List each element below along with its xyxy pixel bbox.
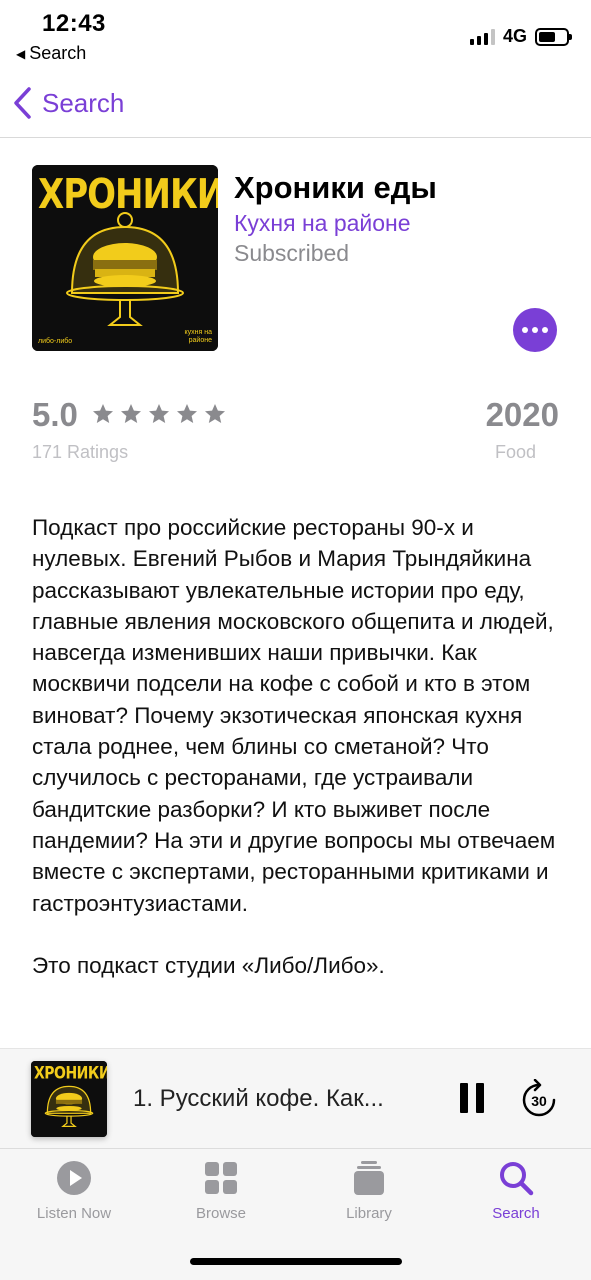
podcast-artwork: ХРОНИКИ ЕДЫ либо-либо кухня на районе <box>32 165 218 351</box>
skip-forward-icon[interactable]: 30 <box>520 1079 558 1119</box>
tab-label: Search <box>492 1205 540 1222</box>
search-icon <box>500 1162 534 1196</box>
tab-listen-now[interactable]: Listen Now <box>14 1159 134 1222</box>
pause-button[interactable] <box>460 1083 484 1113</box>
description-paragraph: Подкаст про российские рестораны 90-х и … <box>32 515 556 916</box>
battery-icon <box>535 27 572 46</box>
description-paragraph: Это подкаст студии «Либо/Либо». <box>32 952 385 978</box>
skip-seconds-label: 30 <box>531 1093 547 1109</box>
back-to-app-button[interactable]: ◀ Search <box>16 43 86 64</box>
artwork-show-text: кухня на районе <box>184 329 212 344</box>
dot <box>542 327 548 333</box>
subscription-status: Subscribed <box>234 240 350 266</box>
now-playing-title[interactable]: 1. Русский кофе. Как... <box>133 1085 384 1113</box>
pause-bar <box>460 1083 468 1113</box>
home-indicator[interactable] <box>190 1258 402 1265</box>
status-bar: 12:43 ◀ Search 4G <box>0 0 591 70</box>
release-year: 2020 <box>485 396 559 433</box>
network-type: 4G <box>502 26 527 46</box>
tab-label: Listen Now <box>36 1205 112 1222</box>
artwork-title-text: ХРОНИКИ ЕДЫ <box>38 171 218 219</box>
tab-search[interactable]: Search <box>456 1159 576 1222</box>
signal-icon <box>469 28 495 45</box>
star-icon <box>149 404 169 423</box>
grid-icon <box>205 1162 237 1194</box>
rating-average: 5.0 <box>32 396 78 433</box>
navigation-bar: Search <box>0 70 591 138</box>
pause-bar <box>476 1083 484 1113</box>
library-icon <box>354 1161 384 1195</box>
dot <box>532 327 538 333</box>
status-time: 12:43 <box>42 10 106 37</box>
rating-count: 171 Ratings <box>32 442 129 462</box>
mini-player[interactable]: ХРОНИКИ ЕДЫ 1. Русский кофе. Как... 30 <box>0 1048 591 1148</box>
podcast-author-link[interactable]: Кухня на районе <box>234 210 411 237</box>
tab-label: Library <box>346 1205 392 1222</box>
mini-player-artwork: ХРОНИКИ ЕДЫ <box>31 1061 107 1137</box>
artwork-studio-text: либо-либо <box>38 338 73 345</box>
chevron-left-icon <box>14 87 31 119</box>
star-icon <box>121 404 141 423</box>
mini-artwork-title-text: ХРОНИКИ ЕДЫ <box>34 1064 107 1084</box>
status-indicators: 4G <box>469 26 572 47</box>
podcast-category: Food <box>494 442 536 462</box>
star-icon <box>177 404 197 423</box>
more-options-button[interactable] <box>513 308 557 352</box>
play-circle-icon <box>57 1161 91 1195</box>
dot <box>522 327 528 333</box>
nav-back-label: Search <box>42 87 125 118</box>
back-triangle-icon: ◀ <box>16 46 26 61</box>
podcast-title: Хроники еды <box>234 170 437 205</box>
star-icon <box>205 404 225 423</box>
tab-browse[interactable]: Browse <box>161 1159 281 1222</box>
podcast-description: Подкаст про российские рестораны 90-х и … <box>32 512 572 981</box>
star-icon <box>93 404 113 423</box>
back-app-label: Search <box>29 43 87 63</box>
rating-stars[interactable] <box>91 402 227 426</box>
tab-library[interactable]: Library <box>309 1159 429 1222</box>
tab-label: Browse <box>195 1205 247 1222</box>
nav-back-button[interactable]: Search <box>12 86 124 120</box>
